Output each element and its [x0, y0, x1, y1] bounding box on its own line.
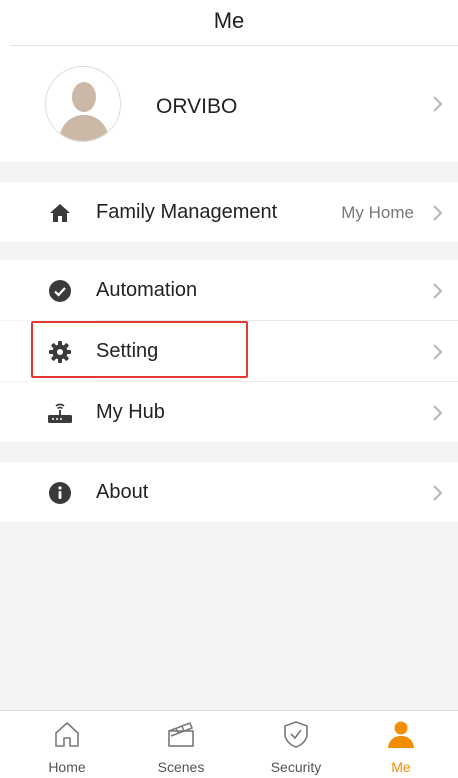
chevron-right-icon — [430, 203, 446, 223]
tab-home[interactable]: Home — [10, 711, 124, 778]
tab-home-label: Home — [48, 759, 86, 775]
about-item[interactable]: About — [0, 462, 458, 522]
home-icon — [10, 719, 124, 749]
chevron-right-icon — [430, 281, 446, 301]
clapperboard-icon — [124, 719, 238, 749]
section-gap — [0, 162, 458, 182]
section-gap — [0, 242, 458, 260]
avatar — [45, 66, 121, 142]
automation-check-icon — [47, 278, 73, 304]
tab-scenes-label: Scenes — [157, 759, 205, 775]
shield-check-icon — [239, 719, 353, 749]
profile-name: ORVIBO — [156, 95, 238, 118]
tab-scenes[interactable]: Scenes — [124, 711, 238, 778]
family-management-item[interactable]: Family Management My Home — [0, 182, 458, 242]
tab-security[interactable]: Security — [239, 711, 353, 778]
chevron-right-icon — [430, 403, 446, 423]
section-gap — [0, 442, 458, 462]
current-home-value: My Home — [341, 203, 414, 222]
person-icon — [344, 719, 458, 749]
my-hub-label: My Hub — [96, 401, 165, 423]
profile-row[interactable]: ORVIBO — [0, 46, 458, 162]
avatar-placeholder-icon — [46, 67, 120, 141]
bottom-tab-bar: Home Scenes Security Me — [0, 710, 458, 778]
tab-me-label: Me — [391, 759, 411, 775]
tab-security-label: Security — [270, 759, 322, 775]
top-bar: Me — [0, 0, 458, 46]
family-management-label: Family Management — [96, 201, 278, 223]
page-title: Me — [213, 8, 245, 33]
home-icon — [47, 200, 73, 226]
chevron-right-icon — [430, 342, 446, 362]
tab-me[interactable]: Me — [344, 711, 458, 778]
chevron-right-icon — [430, 94, 446, 114]
me-screen: Me ORVIBO Family Management My Home Auto… — [0, 0, 458, 778]
hub-router-icon — [47, 400, 73, 426]
chevron-right-icon — [430, 483, 446, 503]
automation-label: Automation — [96, 279, 198, 301]
automation-item[interactable]: Automation — [0, 260, 458, 320]
info-icon — [47, 480, 73, 506]
about-label: About — [96, 481, 149, 503]
setting-highlight-box — [31, 321, 248, 378]
my-hub-item[interactable]: My Hub — [0, 382, 458, 442]
